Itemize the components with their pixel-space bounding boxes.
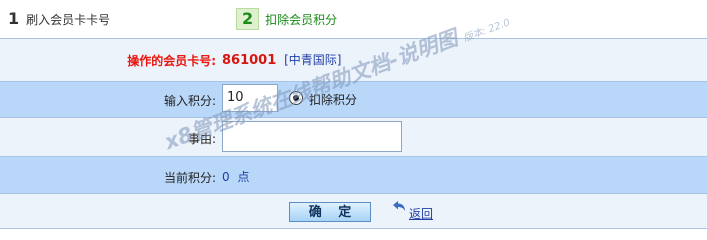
card-org: [中青国际] [284, 53, 342, 67]
step-2-label: 扣除会员积分 [265, 12, 338, 27]
reason-input[interactable] [222, 121, 402, 152]
reason-row: 事由: [0, 118, 707, 157]
current-points-label: 当前积分: [163, 171, 216, 185]
points-row: 输入积分: 10 扣除积分 [0, 82, 707, 118]
back-arrow-icon[interactable] [392, 200, 406, 214]
card-label: 操作的会员卡号: [127, 54, 216, 68]
deduct-radio-label[interactable]: 扣除积分 [309, 91, 357, 108]
card-value: 861001 [中青国际] [222, 51, 341, 68]
card-number: 861001 [222, 53, 277, 68]
deduct-radio[interactable] [289, 91, 303, 105]
step-1-number: 1 [8, 9, 20, 28]
step-indicator: 1 刷入会员卡卡号 2 扣除会员积分 [0, 0, 707, 38]
reason-label: 事由: [187, 132, 216, 146]
confirm-button[interactable]: 确 定 [289, 202, 371, 222]
back-link[interactable]: 返回 [409, 205, 433, 222]
card-row: 操作的会员卡号: 861001 [中青国际] [0, 39, 707, 82]
current-points-unit: 点 [237, 170, 250, 184]
current-points-row: 当前积分: 0 点 [0, 157, 707, 194]
step-2-number: 2 [236, 8, 260, 30]
points-input[interactable]: 10 [222, 84, 278, 112]
step-1: 1 刷入会员卡卡号 [8, 6, 110, 32]
current-points-value: 0 [222, 170, 230, 184]
action-row: 确 定 返回 [0, 194, 707, 228]
points-label: 输入积分: [163, 94, 216, 108]
current-points: 0 点 [222, 168, 249, 185]
step-2-active: 2 扣除会员积分 [236, 6, 337, 32]
step-1-label: 刷入会员卡卡号 [26, 12, 111, 27]
